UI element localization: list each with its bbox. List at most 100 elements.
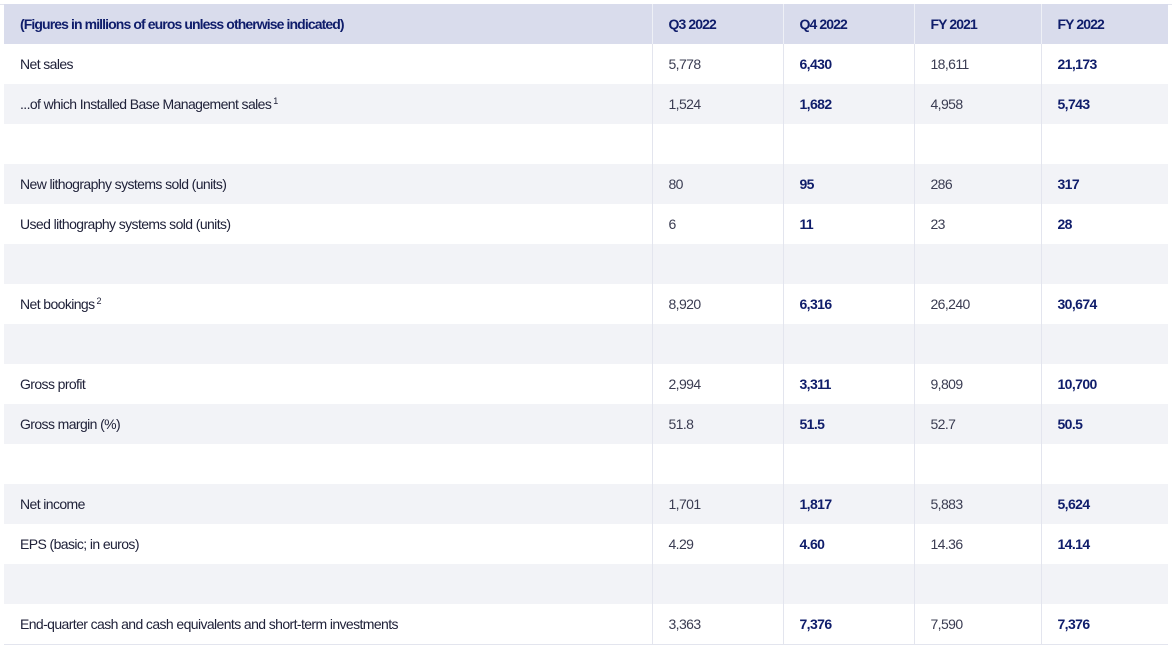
cell-q3-2022 — [651, 124, 783, 164]
bottom-divider — [4, 644, 1168, 645]
row-label-text: Net bookings — [20, 296, 95, 312]
cell-fy-2021: 9,809 — [913, 364, 1041, 404]
cell-q4-2022: 95 — [782, 164, 914, 204]
cell-fy-2021: 52.7 — [913, 404, 1041, 444]
row-label: Net bookings 2 — [4, 284, 652, 324]
row-label — [4, 244, 652, 284]
row-label-text: Gross profit — [20, 376, 86, 392]
cell-fy-2021 — [913, 444, 1041, 484]
cell-fy-2022: 50.5 — [1040, 404, 1168, 444]
header-fy-2022: FY 2022 — [1040, 4, 1168, 44]
cell-q3-2022: 5,778 — [651, 44, 783, 84]
cell-q3-2022: 4.29 — [651, 524, 783, 564]
footnote-marker: 2 — [96, 296, 102, 306]
row-label — [4, 324, 652, 364]
cell-q3-2022: 1,524 — [651, 84, 783, 124]
cell-q3-2022: 3,363 — [651, 604, 783, 644]
table-row: Gross profit 2,994 3,311 9,809 10,700 — [4, 364, 1168, 404]
cell-fy-2021: 23 — [913, 204, 1041, 244]
cell-q4-2022 — [782, 564, 914, 604]
spacer-row — [4, 324, 1168, 364]
row-label-text: ...of which Installed Base Management sa… — [20, 96, 272, 112]
cell-fy-2021: 4,958 — [913, 84, 1041, 124]
cell-fy-2022: 5,624 — [1040, 484, 1168, 524]
cell-q4-2022: 1,817 — [782, 484, 914, 524]
cell-q4-2022: 3,311 — [782, 364, 914, 404]
cell-q4-2022 — [782, 124, 914, 164]
cell-fy-2022: 10,700 — [1040, 364, 1168, 404]
cell-fy-2022 — [1040, 124, 1168, 164]
financial-summary-table: (Figures in millions of euros unless oth… — [4, 4, 1168, 644]
cell-fy-2021: 5,883 — [913, 484, 1041, 524]
cell-fy-2022: 7,376 — [1040, 604, 1168, 644]
cell-q3-2022 — [651, 444, 783, 484]
cell-q4-2022: 7,376 — [782, 604, 914, 644]
cell-q3-2022: 51.8 — [651, 404, 783, 444]
cell-fy-2022 — [1040, 244, 1168, 284]
row-label-text: Net income — [20, 496, 85, 512]
table-row: Net bookings 2 8,920 6,316 26,240 30,674 — [4, 284, 1168, 324]
cell-fy-2021 — [913, 324, 1041, 364]
row-label: Used lithography systems sold (units) — [4, 204, 652, 244]
table-row: Used lithography systems sold (units) 6 11… — [4, 204, 1168, 244]
cell-q4-2022: 6,316 — [782, 284, 914, 324]
cell-q3-2022: 6 — [651, 204, 783, 244]
spacer-row — [4, 564, 1168, 604]
cell-fy-2021: 18,611 — [913, 44, 1041, 84]
header-units-note: (Figures in millions of euros unless oth… — [4, 4, 652, 44]
row-label: New lithography systems sold (units) — [4, 164, 652, 204]
cell-q4-2022: 51.5 — [782, 404, 914, 444]
cell-fy-2022: 5,743 — [1040, 84, 1168, 124]
row-label: End-quarter cash and cash equivalents an… — [4, 604, 652, 644]
row-label — [4, 564, 652, 604]
cell-q4-2022: 1,682 — [782, 84, 914, 124]
row-label-text: New lithography systems sold (units) — [20, 176, 227, 192]
cell-fy-2021: 26,240 — [913, 284, 1041, 324]
cell-fy-2022: 28 — [1040, 204, 1168, 244]
cell-q3-2022 — [651, 564, 783, 604]
cell-fy-2022 — [1040, 564, 1168, 604]
row-label-text: End-quarter cash and cash equivalents an… — [20, 616, 399, 632]
cell-fy-2021 — [913, 564, 1041, 604]
cell-fy-2022: 30,674 — [1040, 284, 1168, 324]
cell-fy-2022 — [1040, 444, 1168, 484]
table-row: Net income 1,701 1,817 5,883 5,624 — [4, 484, 1168, 524]
header-q3-2022: Q3 2022 — [651, 4, 783, 44]
financial-results-page: (Figures in millions of euros unless oth… — [0, 0, 1172, 647]
table-header-row: (Figures in millions of euros unless oth… — [4, 4, 1168, 44]
row-label-text: Net sales — [20, 56, 74, 72]
cell-fy-2022 — [1040, 324, 1168, 364]
cell-q4-2022: 6,430 — [782, 44, 914, 84]
row-label-text: Used lithography systems sold (units) — [20, 216, 231, 232]
footnote-marker: 1 — [273, 96, 279, 106]
cell-fy-2021: 7,590 — [913, 604, 1041, 644]
cell-q4-2022: 11 — [782, 204, 914, 244]
cell-fy-2021 — [913, 124, 1041, 164]
cell-q3-2022: 80 — [651, 164, 783, 204]
table-body: Net sales 5,778 6,430 18,611 21,173 ...of whi… — [4, 44, 1168, 644]
row-label: Gross margin (%) — [4, 404, 652, 444]
cell-fy-2021: 14.36 — [913, 524, 1041, 564]
row-label: Net sales — [4, 44, 652, 84]
table-row: End-quarter cash and cash equivalents an… — [4, 604, 1168, 644]
table-row: EPS (basic; in euros) 4.29 4.60 14.36 14.14 — [4, 524, 1168, 564]
cell-q4-2022 — [782, 324, 914, 364]
row-label: EPS (basic; in euros) — [4, 524, 652, 564]
cell-q3-2022: 8,920 — [651, 284, 783, 324]
cell-q4-2022: 4.60 — [782, 524, 914, 564]
header-q4-2022: Q4 2022 — [782, 4, 914, 44]
cell-q3-2022 — [651, 244, 783, 284]
spacer-row — [4, 124, 1168, 164]
row-label — [4, 444, 652, 484]
spacer-row — [4, 444, 1168, 484]
cell-fy-2022: 317 — [1040, 164, 1168, 204]
row-label-text: EPS (basic; in euros) — [20, 536, 140, 552]
cell-q3-2022: 2,994 — [651, 364, 783, 404]
table-row: New lithography systems sold (units) 80 95… — [4, 164, 1168, 204]
header-fy-2021: FY 2021 — [913, 4, 1041, 44]
cell-q4-2022 — [782, 244, 914, 284]
table-row: ...of which Installed Base Management sa… — [4, 84, 1168, 124]
row-label: Gross profit — [4, 364, 652, 404]
spacer-row — [4, 244, 1168, 284]
row-label-text: Gross margin (%) — [20, 416, 121, 432]
